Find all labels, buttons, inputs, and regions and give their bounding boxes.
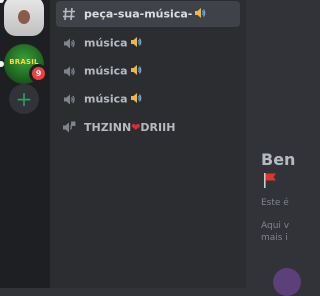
speaker-emoji-icon: [130, 36, 142, 51]
speaker-emoji-icon: [194, 7, 206, 22]
channel-label-text: música: [84, 36, 128, 49]
channel-voice-musica-1[interactable]: música: [56, 30, 240, 56]
speaker-icon: [60, 37, 78, 50]
channel-text-peca-sua-musica[interactable]: peça-sua-música-: [56, 1, 240, 27]
avatar-face: [18, 10, 30, 24]
channel-label: música: [84, 92, 142, 107]
channel-voice-musica-2[interactable]: música: [56, 58, 240, 84]
channel-label-right: DRIIH: [140, 120, 176, 134]
welcome-title: Ben: [261, 150, 296, 169]
speaker-icon: [60, 65, 78, 78]
channel-label-text: peça-sua-música-: [84, 7, 193, 20]
channel-label-left: THZINN: [84, 120, 132, 134]
avatar[interactable]: [273, 268, 301, 296]
server-icon-avatar[interactable]: [4, 0, 44, 36]
flag-icon: [263, 172, 277, 188]
channel-label: peça-sua-música-: [84, 7, 206, 22]
welcome-description-line: Aqui v: [261, 221, 290, 231]
mention-badge: 9: [29, 64, 48, 83]
channel-voice-thzinn-driih[interactable]: THZINN❤DRIIH: [56, 114, 240, 140]
channel-label-text: música: [84, 64, 128, 77]
channel-label: música: [84, 64, 142, 79]
channel-label: THZINN❤DRIIH: [84, 121, 175, 134]
channel-list: peça-sua-música- música música música TH…: [50, 0, 246, 288]
speaker-emoji-icon: [130, 64, 142, 79]
channel-label-text: música: [84, 92, 128, 105]
welcome-description-line: mais i: [261, 233, 288, 243]
main-content: Ben Este é Aqui v mais i: [246, 0, 301, 296]
welcome-description: Aqui v mais i: [261, 220, 289, 244]
hash-icon: [60, 7, 78, 21]
server-rail: BRASIL 9 +: [0, 0, 50, 288]
speaker-lock-icon: [60, 120, 78, 134]
speaker-emoji-icon: [130, 92, 142, 107]
welcome-subtitle: Este é: [261, 198, 289, 208]
channel-label: música: [84, 36, 142, 51]
server-indicator: [0, 0, 4, 3]
add-server-button[interactable]: +: [9, 84, 39, 114]
channel-voice-musica-3[interactable]: música: [56, 86, 240, 112]
speaker-icon: [60, 93, 78, 106]
